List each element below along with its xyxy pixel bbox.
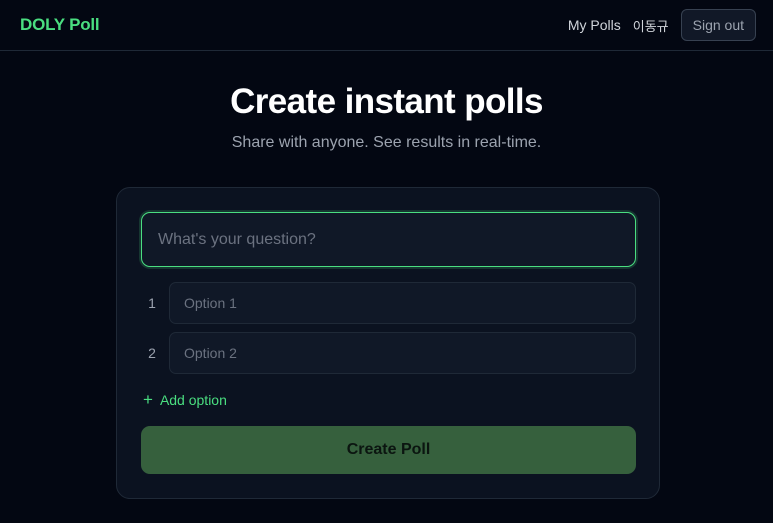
create-poll-card: 1 2 + Add option Create Poll [116, 187, 660, 499]
header-nav: My Polls 이동규 Sign out [568, 9, 756, 41]
option-input-2[interactable] [169, 332, 636, 374]
option-row: 2 [141, 332, 636, 374]
add-option-button[interactable]: + Add option [143, 391, 227, 408]
add-option-label: Add option [159, 391, 227, 408]
option-number: 2 [148, 345, 156, 361]
user-name: 이동규 [632, 18, 669, 34]
option-input-1[interactable] [169, 282, 636, 324]
question-input[interactable] [141, 212, 636, 267]
brand-logo[interactable]: DOLY Poll [20, 15, 100, 35]
page-subtitle: Share with anyone. See results in real-t… [231, 134, 542, 151]
option-number: 1 [148, 295, 156, 311]
create-poll-button[interactable]: Create Poll [141, 426, 636, 474]
plus-icon: + [143, 390, 153, 409]
my-polls-link[interactable]: My Polls [568, 17, 621, 33]
page-title: Create instant polls [230, 82, 543, 121]
option-row: 1 [141, 282, 636, 324]
top-nav-bar: DOLY Poll My Polls 이동규 Sign out [0, 0, 773, 51]
sign-out-button[interactable]: Sign out [680, 9, 756, 41]
